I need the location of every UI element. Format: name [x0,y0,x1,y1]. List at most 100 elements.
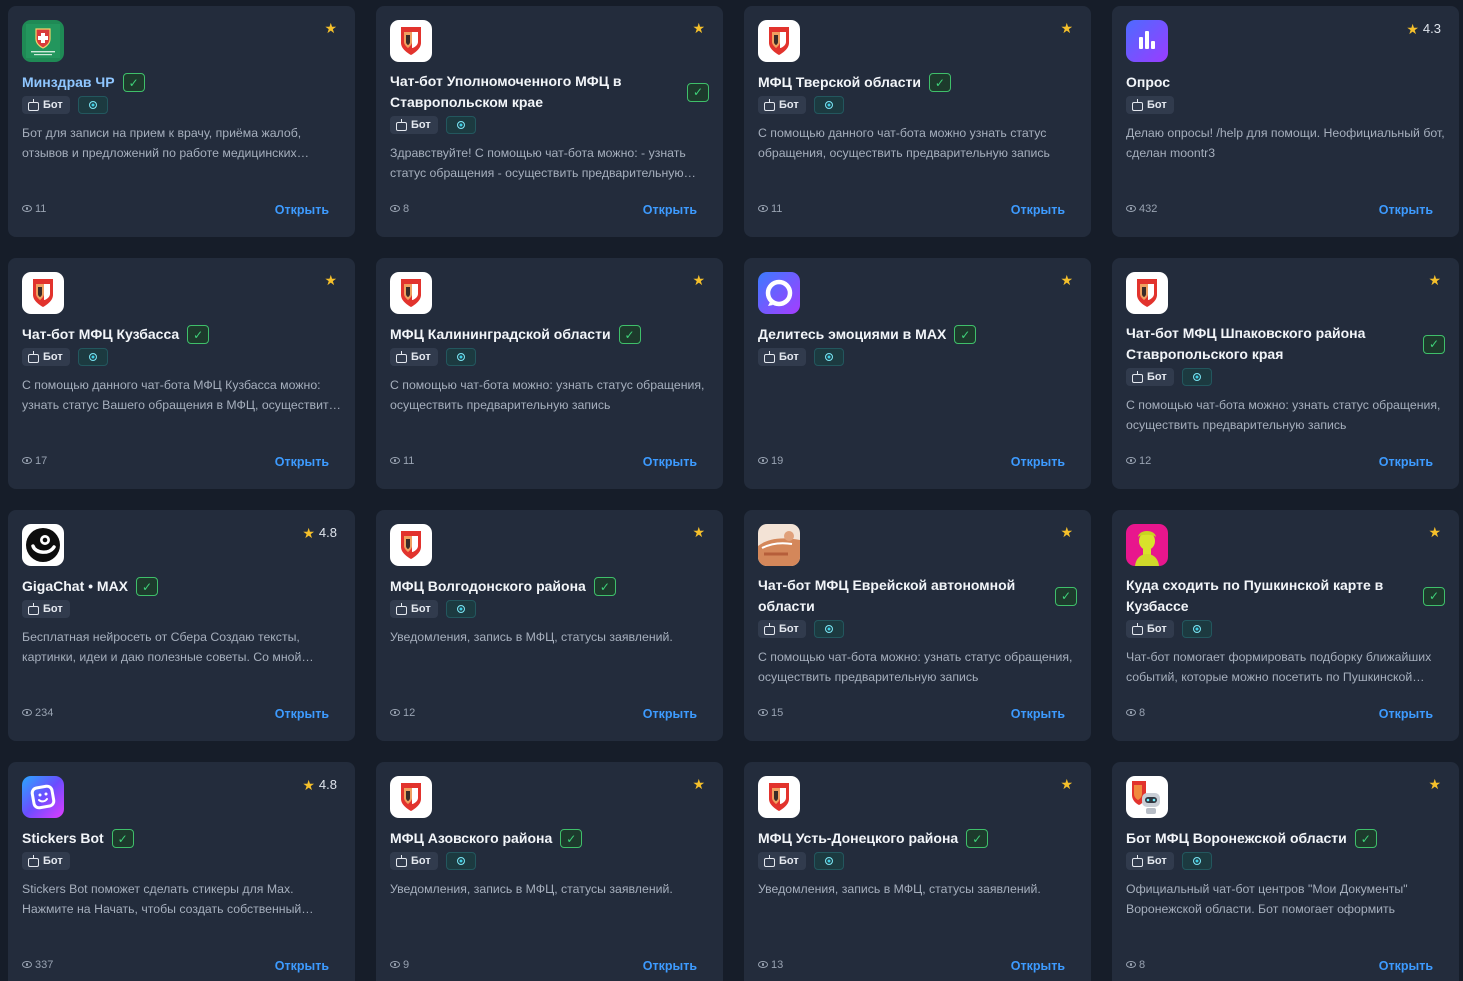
title-row: Чат-бот Уполномоченного МФЦ в Ставрополь… [390,71,709,113]
open-link[interactable]: Открыть [643,707,697,721]
bot-icon [1132,370,1143,383]
rating[interactable]: ★ 4.3 [1406,21,1441,36]
bot-card[interactable]: ★ Минздрав ЧР ✓ Бот Бот для записи на пр… [8,6,355,237]
bot-card[interactable]: ★ МФЦ Усть-Донецкого района ✓ Бот Уведом… [744,762,1091,981]
star-icon: ★ [1060,776,1073,792]
bot-card[interactable]: ★ Куда сходить по Пушкинской карте в Куз… [1112,510,1459,741]
card-footer: 12 Открыть [1126,452,1433,469]
bot-card[interactable]: ★ 4.8 Stickers Bot ✓ Бот Stickers Bot по… [8,762,355,981]
rating[interactable]: ★ [692,273,705,287]
rating[interactable]: ★ [692,525,705,539]
eye-icon [390,457,400,464]
title-row: Бот МФЦ Воронежской области ✓ [1126,828,1445,849]
rating[interactable]: ★ [1428,525,1441,539]
web-app-tag [445,852,476,870]
eye-icon [390,709,400,716]
view-count: 234 [22,707,53,719]
bot-tag-label: Бот [411,855,431,867]
rating[interactable]: ★ [1428,777,1441,791]
web-app-tag [77,96,108,114]
open-link[interactable]: Открыть [1011,455,1065,469]
view-count: 17 [22,455,47,467]
open-link[interactable]: Открыть [1011,203,1065,217]
open-link[interactable]: Открыть [643,455,697,469]
title-row: МФЦ Азовского района ✓ [390,828,709,849]
open-link[interactable]: Открыть [275,455,329,469]
view-count-value: 8 [1139,706,1146,719]
open-link[interactable]: Открыть [643,959,697,973]
open-link[interactable]: Открыть [1011,707,1065,721]
bot-type-tag: Бот [1126,96,1174,114]
bot-card[interactable]: ★ Бот МФЦ Воронежской области ✓ Бот Офиц… [1112,762,1459,981]
eye-icon [758,457,768,464]
eye-icon [22,961,32,968]
pushkin-portrait-icon [1126,524,1168,566]
bot-card[interactable]: ★ Делитесь эмоциями в MAX ✓ Бот 19 Откры… [744,258,1091,489]
title-row: Чат-бот МФЦ Еврейской автономной области… [758,575,1077,617]
bot-title: Бот МФЦ Воронежской области [1126,830,1347,846]
bot-tag-label: Бот [411,603,431,615]
bot-description: Stickers Bot поможет сделать стикеры для… [22,882,302,916]
bot-tag-label: Бот [779,855,799,867]
web-app-tag [1181,620,1212,638]
bot-card[interactable]: ★ МФЦ Калининградской области ✓ Бот С по… [376,258,723,489]
bot-card[interactable]: ★ МФЦ Тверской области ✓ Бот С помощью д… [744,6,1091,237]
rating-value: 4.8 [318,525,337,540]
title-row: МФЦ Волгодонского района ✓ [390,576,709,597]
bot-title: МФЦ Усть-Донецкого района [758,830,959,846]
bot-card[interactable]: ★ Чат-бот МФЦ Еврейской автономной облас… [744,510,1091,741]
rating[interactable]: ★ [1060,21,1073,35]
title-row: Stickers Bot ✓ [22,828,341,849]
bot-card[interactable]: ★ МФЦ Азовского района ✓ Бот Уведомления… [376,762,723,981]
title-row: МФЦ Усть-Донецкого района ✓ [758,828,1077,849]
rating[interactable]: ★ [324,21,337,35]
open-link[interactable]: Открыть [1379,203,1433,217]
bot-card[interactable]: ★ Чат-бот МФЦ Шпаковского района Ставроп… [1112,258,1459,489]
tags: Бот [22,852,341,870]
star-icon: ★ [1428,776,1441,792]
rating[interactable]: ★ [692,21,705,35]
bot-icon [1132,98,1143,111]
view-count-value: 17 [35,454,48,467]
bot-title[interactable]: Минздрав ЧР [22,72,115,93]
card-footer: 234 Открыть [22,704,329,721]
verified-check-icon: ✓ [966,829,989,848]
bot-card[interactable]: ★ 4.3 Опрос Бот Делаю опросы! /help для … [1112,6,1459,237]
rating[interactable]: ★ 4.8 [302,525,337,540]
view-count-value: 432 [1139,202,1158,215]
tags: Бот [390,600,709,618]
bot-tag-label: Бот [411,119,431,131]
rating[interactable]: ★ [1060,525,1073,539]
bot-card[interactable]: ★ 4.8 GigaChat • MAX ✓ Бот Бесплатная не… [8,510,355,741]
rating[interactable]: ★ [1428,273,1441,287]
view-count: 11 [390,455,414,467]
open-link[interactable]: Открыть [1379,455,1433,469]
rating[interactable]: ★ [1060,273,1073,287]
bot-type-tag: Бот [390,348,438,366]
rating[interactable]: ★ [324,273,337,287]
bot-card[interactable]: ★ МФЦ Волгодонского района ✓ Бот Уведомл… [376,510,723,741]
tags: Бот [390,116,709,134]
rating[interactable]: ★ 4.8 [302,777,337,792]
mfc-logo-icon [22,272,64,314]
bot-title: МФЦ Азовского района [390,830,553,846]
open-link[interactable]: Открыть [1379,707,1433,721]
open-link[interactable]: Открыть [275,959,329,973]
open-link[interactable]: Открыть [1379,959,1433,973]
open-link[interactable]: Открыть [1011,959,1065,973]
view-count-value: 13 [771,958,784,971]
eye-icon [1126,709,1136,716]
rating[interactable]: ★ [1060,777,1073,791]
rating[interactable]: ★ [692,777,705,791]
title-row: Куда сходить по Пушкинской карте в Кузба… [1126,575,1445,617]
star-icon: ★ [692,776,705,792]
bot-card[interactable]: ★ Чат-бот Уполномоченного МФЦ в Ставропо… [376,6,723,237]
title-row: Опрос [1126,72,1445,93]
open-link[interactable]: Открыть [275,707,329,721]
open-link[interactable]: Открыть [275,203,329,217]
tags: Бот [22,96,341,114]
open-link[interactable]: Открыть [643,203,697,217]
bot-card[interactable]: ★ Чат-бот МФЦ Кузбасса ✓ Бот С помощью д… [8,258,355,489]
bot-title: Stickers Bot [22,830,104,846]
title-row: Чат-бот МФЦ Кузбасса ✓ [22,324,341,345]
